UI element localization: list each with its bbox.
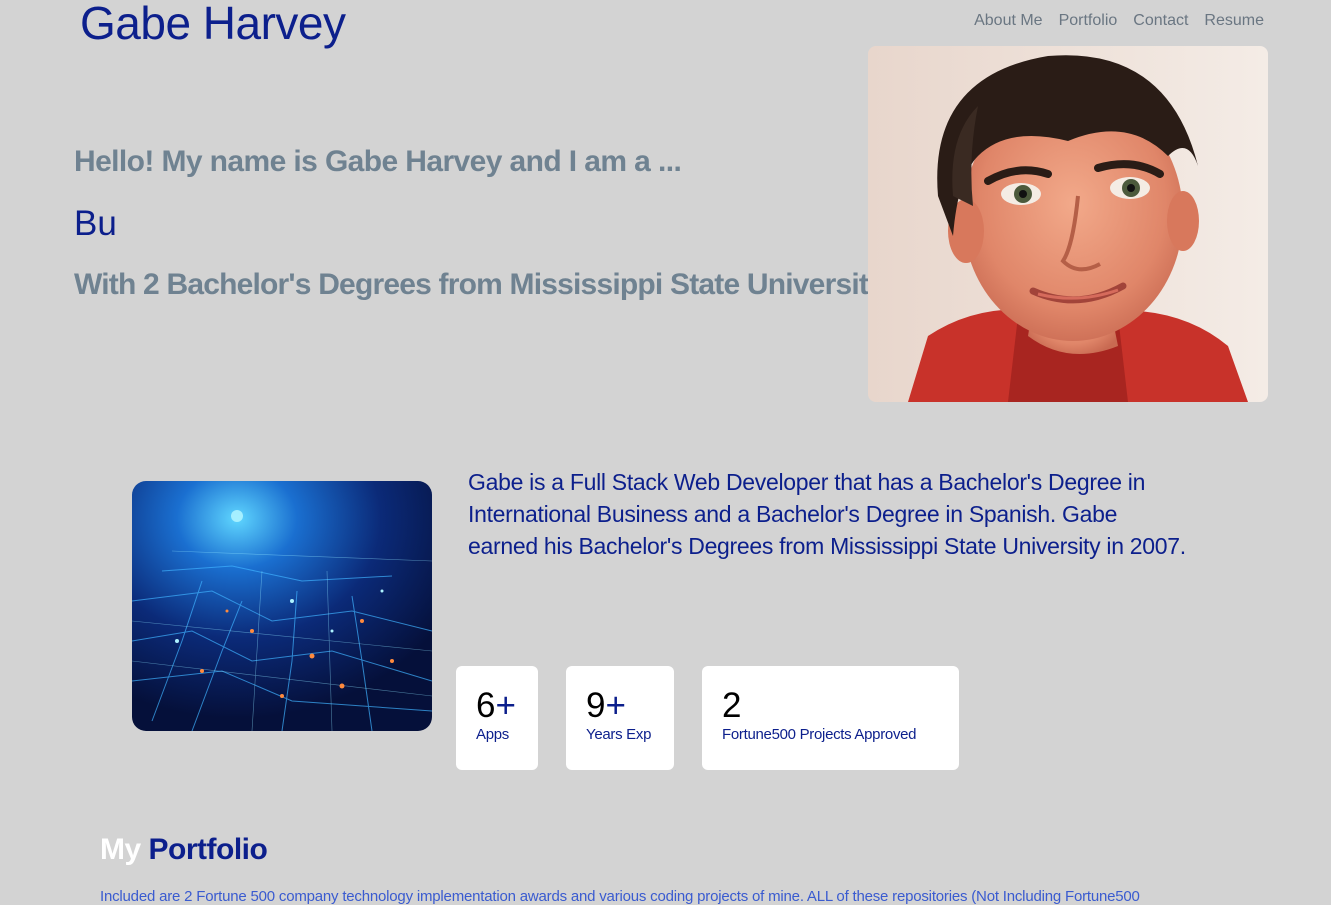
portfolio-description: Included are 2 Fortune 500 company techn… xyxy=(100,888,1140,905)
portfolio-heading-word: Portfolio xyxy=(148,833,268,866)
about-bio: Gabe is a Full Stack Web Developer that … xyxy=(468,469,1186,559)
top-nav: About Me Portfolio Contact Resume xyxy=(974,12,1264,30)
nav-link-resume[interactable]: Resume xyxy=(1204,12,1264,30)
stat-number: 2 xyxy=(722,686,939,726)
stat-label: Apps xyxy=(476,726,509,743)
site-logo[interactable]: Gabe Harvey xyxy=(80,0,346,50)
stat-card-apps: 6+ Apps xyxy=(456,666,538,770)
hero-degrees: With 2 Bachelor's Degrees from Mississip… xyxy=(74,268,890,301)
nav-link-about[interactable]: About Me xyxy=(974,12,1042,30)
stat-number: 9+ xyxy=(586,686,654,726)
stat-value: 6 xyxy=(476,686,496,725)
portfolio-heading-my: My xyxy=(100,833,141,866)
nav-link-contact[interactable]: Contact xyxy=(1133,12,1188,30)
hero-greeting: Hello! My name is Gabe Harvey and I am a… xyxy=(74,145,682,178)
stat-value: 9 xyxy=(586,686,606,725)
profile-portrait xyxy=(868,46,1268,402)
stat-suffix: + xyxy=(495,686,516,725)
stat-card-years: 9+ Years Exp xyxy=(566,666,674,770)
portfolio-heading: My Portfolio xyxy=(100,833,268,867)
stat-label: Years Exp xyxy=(586,726,652,743)
stat-value: 2 xyxy=(722,686,742,725)
circuit-board-image xyxy=(132,481,432,731)
stat-suffix: + xyxy=(605,686,626,725)
stat-card-fortune500: 2 Fortune500 Projects Approved xyxy=(702,666,959,770)
stat-label: Fortune500 Projects Approved xyxy=(722,726,917,743)
page: Gabe Harvey About Me Portfolio Contact R… xyxy=(0,0,1331,905)
nav-link-portfolio[interactable]: Portfolio xyxy=(1059,12,1118,30)
hero-typed-text: Bu xyxy=(74,204,117,243)
stat-number: 6+ xyxy=(476,686,518,726)
